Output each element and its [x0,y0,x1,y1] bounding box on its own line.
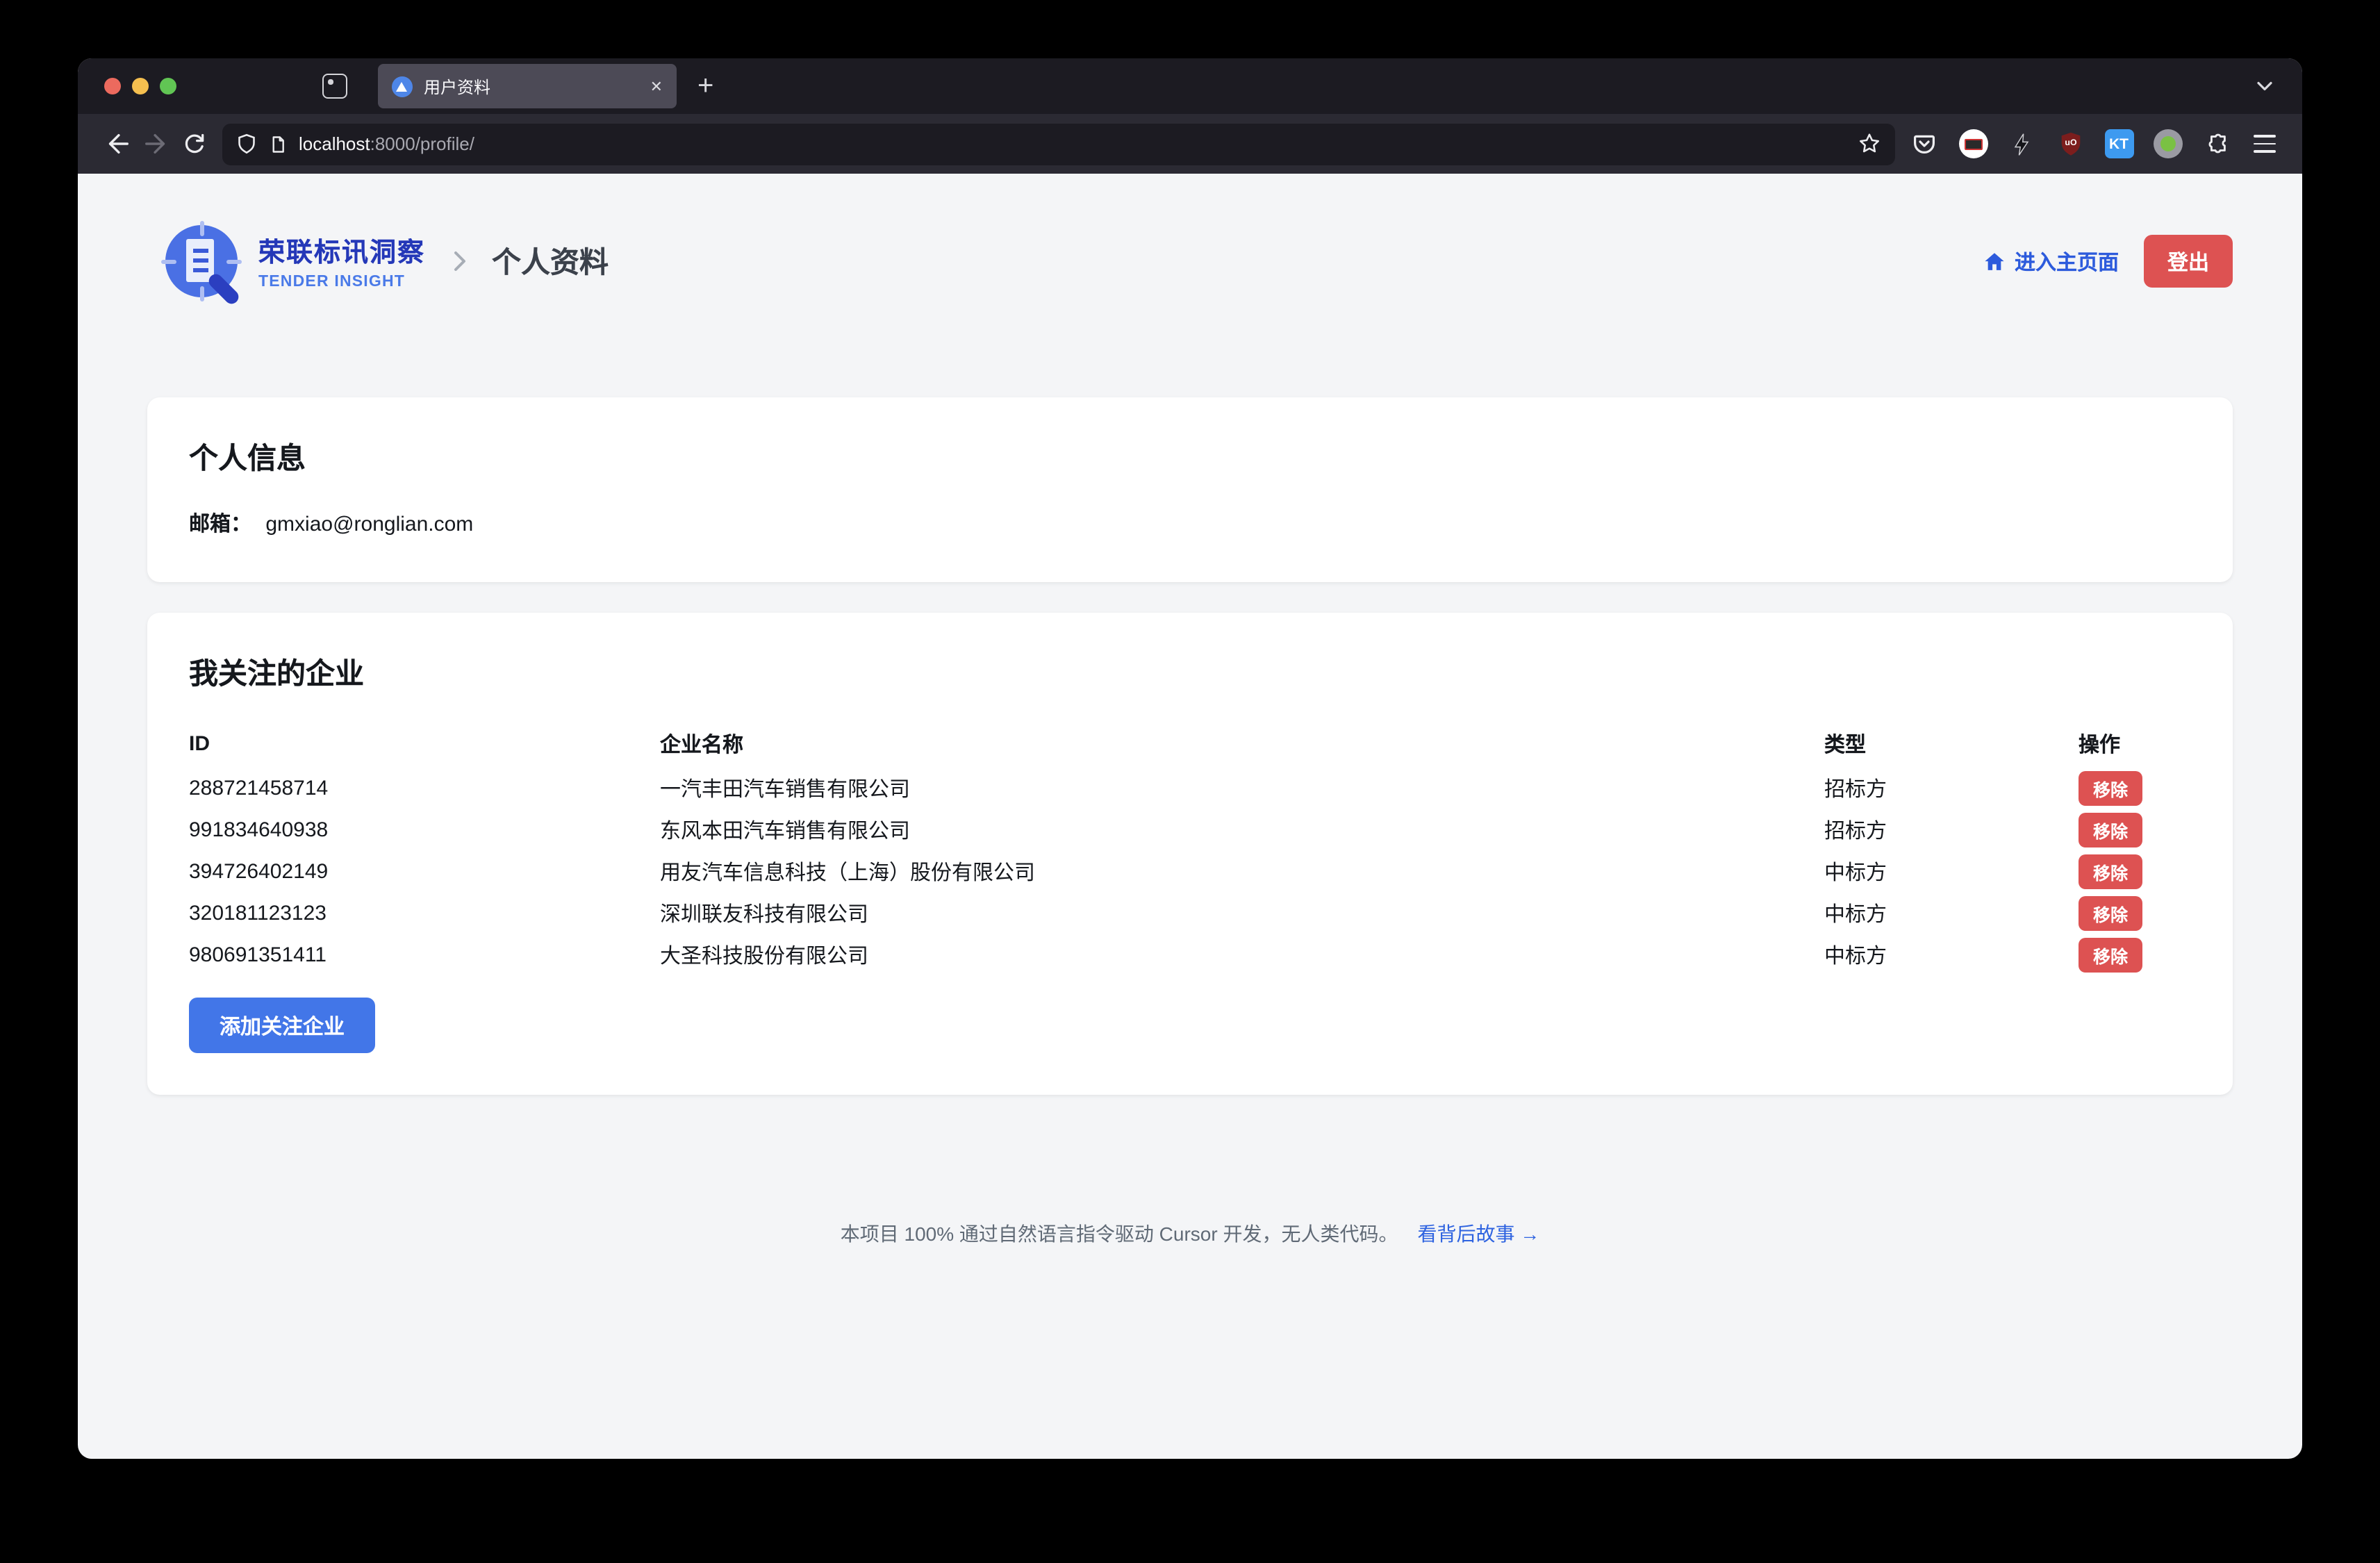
browser-toolbar: localhost:8000/profile/ uO KT [78,114,2302,174]
pocket-icon[interactable] [1909,129,1940,159]
minimize-window-button[interactable] [132,78,149,94]
zoom-window-button[interactable] [160,78,176,94]
lightning-bolt-icon[interactable] [2006,129,2037,159]
url-text[interactable]: localhost:8000/profile/ [299,133,1846,154]
cell-company-id: 980691351411 [189,943,660,966]
browser-window: 用户资料 ✕ + [78,58,2302,1459]
cell-company-type: 招标方 [1824,773,2079,802]
brand-subtitle: TENDER INSIGHT [258,274,425,290]
remove-button[interactable]: 移除 [2079,937,2142,972]
cell-company-type: 招标方 [1824,815,2079,844]
back-button[interactable] [97,124,136,163]
new-tab-button[interactable]: + [697,67,713,106]
menu-hamburger-icon[interactable] [2249,129,2280,159]
firefox-view-icon[interactable] [322,74,347,99]
table-row: 288721458714 一汽丰田汽车销售有限公司 招标方 移除 [189,767,2191,809]
list-tabs-chevron-icon[interactable] [2252,74,2277,99]
arrow-right-icon: → [1520,1223,1539,1245]
table-row: 394726402149 用友汽车信息科技（上海）股份有限公司 中标方 移除 [189,850,2191,892]
remove-button[interactable]: 移除 [2079,895,2142,930]
remove-button[interactable]: 移除 [2079,854,2142,888]
breadcrumb-chevron-icon [450,247,470,275]
brand-block: 荣联标讯洞察 TENDER INSIGHT [258,232,425,290]
brand-name: 荣联标讯洞察 [258,232,425,270]
extensions-puzzle-icon[interactable] [2201,129,2231,159]
cell-company-type: 中标方 [1824,857,2079,886]
extension-icons: uO KT [1909,129,2283,159]
breadcrumb: 个人资料 [492,240,609,282]
page-footer: 本项目 100% 通过自然语言指令驱动 Cursor 开发，无人类代码。看背后故… [147,1220,2233,1248]
email-label: 邮箱： [189,513,251,536]
kt-extension-icon[interactable]: KT [2104,129,2134,159]
email-value: gmxiao@ronglian.com [265,513,473,536]
email-row: 邮箱： gmxiao@ronglian.com [189,508,2191,538]
add-company-button[interactable]: 添加关注企业 [189,998,375,1053]
ublock-shield-icon[interactable]: uO [2055,129,2085,159]
col-header-action: 操作 [2079,729,2191,758]
cell-company-name: 用友汽车信息科技（上海）股份有限公司 [660,857,1824,886]
companies-table: ID 企业名称 类型 操作 288721458714 一汽丰田汽车销售有限公司 … [189,724,2191,975]
bookmark-star-icon[interactable] [1858,132,1881,156]
footer-story-link[interactable]: 看背后故事 → [1417,1223,1539,1245]
cell-company-name: 大圣科技股份有限公司 [660,940,1824,969]
tab-title: 用户资料 [424,74,642,98]
cell-company-name: 东风本田汽车销售有限公司 [660,815,1824,844]
cell-company-id: 991834640938 [189,818,660,841]
companies-title: 我关注的企业 [189,652,2191,693]
tab-bar: 用户资料 ✕ + [78,58,2302,114]
green-dot-extension-icon[interactable] [2152,129,2183,159]
svg-text:uO: uO [2064,138,2076,147]
close-window-button[interactable] [104,78,121,94]
page-info-icon[interactable] [268,134,288,154]
screen: 用户资料 ✕ + [0,0,2380,1563]
col-header-id: ID [189,731,660,755]
cell-company-id: 320181123123 [189,901,660,925]
cell-company-name: 一汽丰田汽车销售有限公司 [660,773,1824,802]
cell-company-name: 深圳联友科技有限公司 [660,898,1824,927]
table-header-row: ID 企业名称 类型 操作 [189,724,2191,763]
table-row: 980691351411 大圣科技股份有限公司 中标方 移除 [189,934,2191,975]
app-logo-icon [165,225,238,297]
tab-user-profile[interactable]: 用户资料 ✕ [378,64,677,108]
profile-card: 个人信息 邮箱： gmxiao@ronglian.com [147,397,2233,582]
followed-companies-card: 我关注的企业 ID 企业名称 类型 操作 288721458714 一汽丰田汽 [147,613,2233,1095]
reload-button[interactable] [175,124,214,163]
page-content: 荣联标讯洞察 TENDER INSIGHT 个人资料 进入主页面 登出 个人信息 [78,174,2302,1459]
footer-text: 本项目 100% 通过自然语言指令驱动 Cursor 开发，无人类代码。 [841,1223,1398,1245]
extension-red-badge-icon[interactable] [1958,129,1988,159]
page-header: 荣联标讯洞察 TENDER INSIGHT 个人资料 进入主页面 登出 [165,174,2233,297]
col-header-type: 类型 [1824,729,2079,758]
remove-button[interactable]: 移除 [2079,770,2142,805]
remove-button[interactable]: 移除 [2079,812,2142,847]
table-body: 288721458714 一汽丰田汽车销售有限公司 招标方 移除 9918346… [189,767,2191,975]
tab-favicon-icon [392,76,413,97]
cell-company-id: 288721458714 [189,776,660,800]
forward-button[interactable] [136,124,175,163]
table-row: 320181123123 深圳联友科技有限公司 中标方 移除 [189,892,2191,934]
url-bar[interactable]: localhost:8000/profile/ [222,123,1895,165]
cell-company-id: 394726402149 [189,859,660,883]
cell-company-type: 中标方 [1824,898,2079,927]
go-home-link[interactable]: 进入主页面 [1983,247,2119,276]
cell-company-type: 中标方 [1824,940,2079,969]
col-header-name: 企业名称 [660,729,1824,758]
profile-title: 个人信息 [189,436,2191,478]
home-icon [1983,249,2006,273]
tab-close-icon[interactable]: ✕ [642,77,663,95]
logout-button[interactable]: 登出 [2144,235,2233,288]
window-controls[interactable] [104,78,176,94]
shield-icon[interactable] [236,133,257,154]
table-row: 991834640938 东风本田汽车销售有限公司 招标方 移除 [189,809,2191,850]
